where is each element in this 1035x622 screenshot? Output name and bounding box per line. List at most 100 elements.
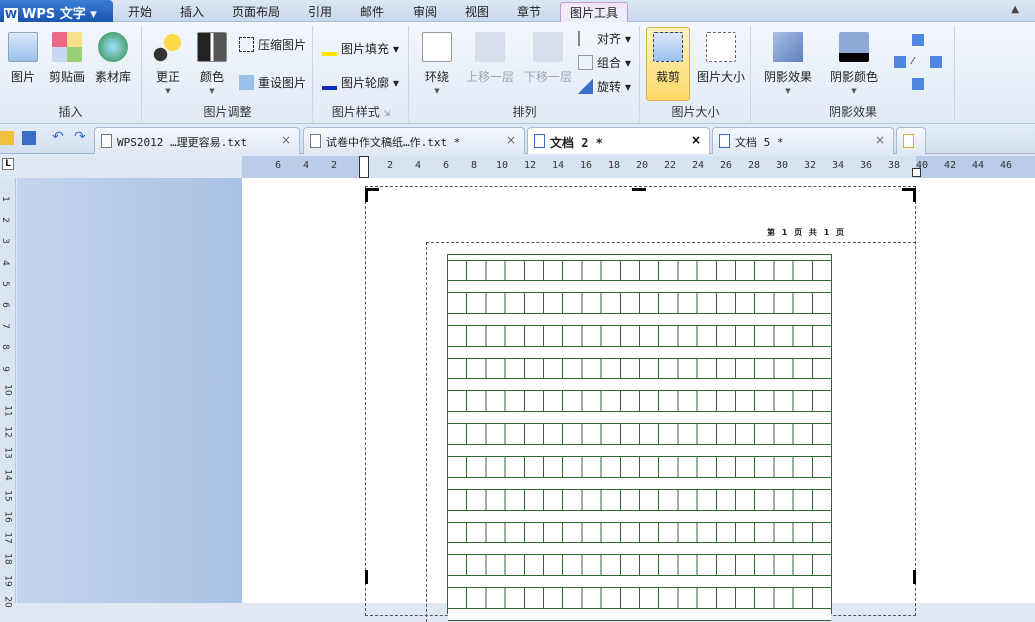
vertical-ruler[interactable]: 1 2 3 4 5 6 7 8 9 10 11 12 13 14 15 16 17 18 19 20 (0, 178, 16, 608)
tab-document[interactable]: 文档 5 * × (712, 127, 894, 154)
wps-app-button[interactable]: W WPS 文字 ▾ (0, 0, 113, 22)
wps-doc-icon (719, 134, 730, 148)
group-icon (578, 55, 593, 70)
ruler-tick: 1 (0, 196, 10, 202)
menu-chapter[interactable]: 章节 (517, 3, 541, 20)
page-header-text: 第 1 页 共 1 页 (767, 228, 847, 237)
picture-fill-button[interactable]: 图片填充 ▾ (322, 40, 399, 57)
align-button[interactable]: 对齐 ▾ (578, 30, 631, 47)
wps-logo-icon: W (4, 8, 18, 22)
save-icon[interactable] (22, 131, 36, 145)
menu-picture-tools[interactable]: 图片工具 (560, 2, 629, 23)
ruler-tick: 4 (302, 160, 310, 171)
nudge-up-icon[interactable] (912, 34, 924, 46)
crop-handle[interactable] (913, 188, 916, 202)
group-label: 排列 (512, 105, 537, 119)
grid-row-gap (448, 476, 831, 490)
group-label: 阴影效果 (828, 105, 877, 119)
send-backward-button[interactable]: 下移一层 (520, 28, 576, 85)
clipart-button[interactable]: 剪贴画 (44, 28, 90, 85)
ruler-tick: 20 (635, 160, 649, 171)
shadow-toggle-icon[interactable]: ⁄ (912, 56, 914, 67)
close-tab-button[interactable]: × (875, 133, 885, 147)
menu-insert[interactable]: 插入 (180, 3, 204, 20)
undo-icon[interactable]: ↶ (52, 130, 66, 145)
ruler-tick: 5 (0, 280, 10, 287)
grid-row-gap (448, 575, 831, 589)
ruler-tick: 11 (2, 405, 13, 417)
grid-row-gap (448, 312, 831, 326)
dialog-launcher-icon[interactable]: ⇲ (384, 109, 391, 118)
group-button[interactable]: 组合 ▾ (578, 54, 631, 71)
label: 剪贴画 (48, 70, 85, 84)
compress-picture-button[interactable]: 压缩图片 (239, 36, 306, 53)
menu-references[interactable]: 引用 (308, 3, 332, 20)
menu-layout[interactable]: 页面布局 (232, 3, 280, 20)
ruler-tick: 2 (386, 160, 394, 171)
label: 组合 (597, 56, 622, 70)
material-library-button[interactable]: 素材库 (90, 28, 136, 85)
document-canvas[interactable]: 第 1 页 共 1 页 (242, 178, 1035, 622)
label: 图片轮廓 (341, 76, 390, 90)
ruler-tick: 6 (274, 160, 282, 171)
picture-outline-button[interactable]: 图片轮廓 ▾ (322, 74, 399, 91)
tab-title: 文档 5 * (735, 136, 784, 149)
correct-button[interactable]: 更正 ▼ (145, 28, 191, 95)
shadow-nudge-buttons[interactable]: ⁄ (894, 34, 944, 90)
ruler-tick: 13 (2, 447, 13, 460)
new-tab-button[interactable] (896, 127, 926, 154)
group-shadow: 阴影效果 ▼ 阴影颜色 ▼ ⁄ 阴影效果 (752, 26, 955, 122)
label: 阴影颜色 (829, 70, 878, 84)
ruler-tick: 46 (999, 160, 1013, 171)
tab-document[interactable]: 试卷中作文稿纸…作.txt * × (303, 127, 525, 154)
tab-title: WPS2012 …理更容易.txt (117, 136, 248, 149)
composition-grid[interactable] (447, 254, 832, 621)
ruler-tick: 38 (887, 160, 901, 171)
fill-bucket-icon (322, 41, 337, 56)
collapse-ribbon-icon[interactable]: ▲ (1011, 4, 1019, 15)
shadow-effect-icon (773, 32, 803, 62)
shadow-color-button[interactable]: 阴影颜色 ▼ (824, 28, 884, 95)
menu-home[interactable]: 开始 (128, 3, 152, 20)
new-document-icon (903, 134, 914, 148)
color-button[interactable]: 颜色 ▼ (189, 28, 235, 95)
ruler-tick: 6 (0, 302, 10, 308)
close-tab-button[interactable]: × (506, 133, 516, 147)
insert-picture-button[interactable]: 图片 (0, 28, 46, 85)
picture-size-button[interactable]: 图片大小 (693, 28, 749, 85)
ruler-tick: 28 (747, 160, 761, 171)
tab-document-active[interactable]: 文档 2 * × (527, 127, 710, 154)
ruler-tick: 9 (0, 365, 10, 372)
menu-mail[interactable]: 邮件 (360, 3, 384, 20)
close-tab-button[interactable]: × (281, 133, 291, 147)
shadow-color-icon (839, 32, 869, 62)
tab-stop-selector[interactable]: L (2, 158, 14, 170)
close-tab-button[interactable]: × (691, 133, 701, 147)
ruler-tick: 16 (2, 511, 13, 523)
menu-view[interactable]: 视图 (465, 3, 489, 20)
grid-row-gap (448, 444, 831, 457)
shadow-effect-button[interactable]: 阴影效果 ▼ (758, 28, 818, 95)
crop-button[interactable]: 裁剪 (646, 27, 690, 101)
horizontal-ruler[interactable]: 6 4 2 2 4 6 8 10 12 14 16 18 20 22 24 26 28 30 32 34 36 38 40 4… (242, 156, 1035, 178)
label: 裁剪 (655, 70, 680, 84)
redo-icon[interactable]: ↷ (74, 130, 88, 145)
grid-header-strip (448, 255, 831, 261)
bring-forward-button[interactable]: 上移一层 (462, 28, 518, 85)
group-label: 图片样式 ⇲ (331, 105, 391, 119)
tab-document[interactable]: WPS2012 …理更容易.txt × (94, 127, 300, 154)
menu-review[interactable]: 审阅 (413, 3, 437, 20)
grid-row-gap (448, 345, 831, 359)
reset-picture-button[interactable]: 重设图片 (239, 74, 306, 91)
crop-handle[interactable] (365, 570, 368, 584)
nudge-right-icon[interactable] (930, 56, 942, 68)
crop-handle[interactable] (365, 188, 368, 202)
nudge-left-icon[interactable] (894, 56, 906, 68)
indent-marker-icon[interactable] (359, 156, 369, 178)
rotate-button[interactable]: 旋转 ▾ (578, 78, 631, 95)
wrap-button[interactable]: 环绕 ▼ (414, 28, 460, 95)
nudge-down-icon[interactable] (912, 78, 924, 90)
open-icon[interactable] (0, 131, 14, 145)
crop-handle[interactable] (632, 188, 646, 191)
ruler-tick: 12 (523, 160, 537, 171)
